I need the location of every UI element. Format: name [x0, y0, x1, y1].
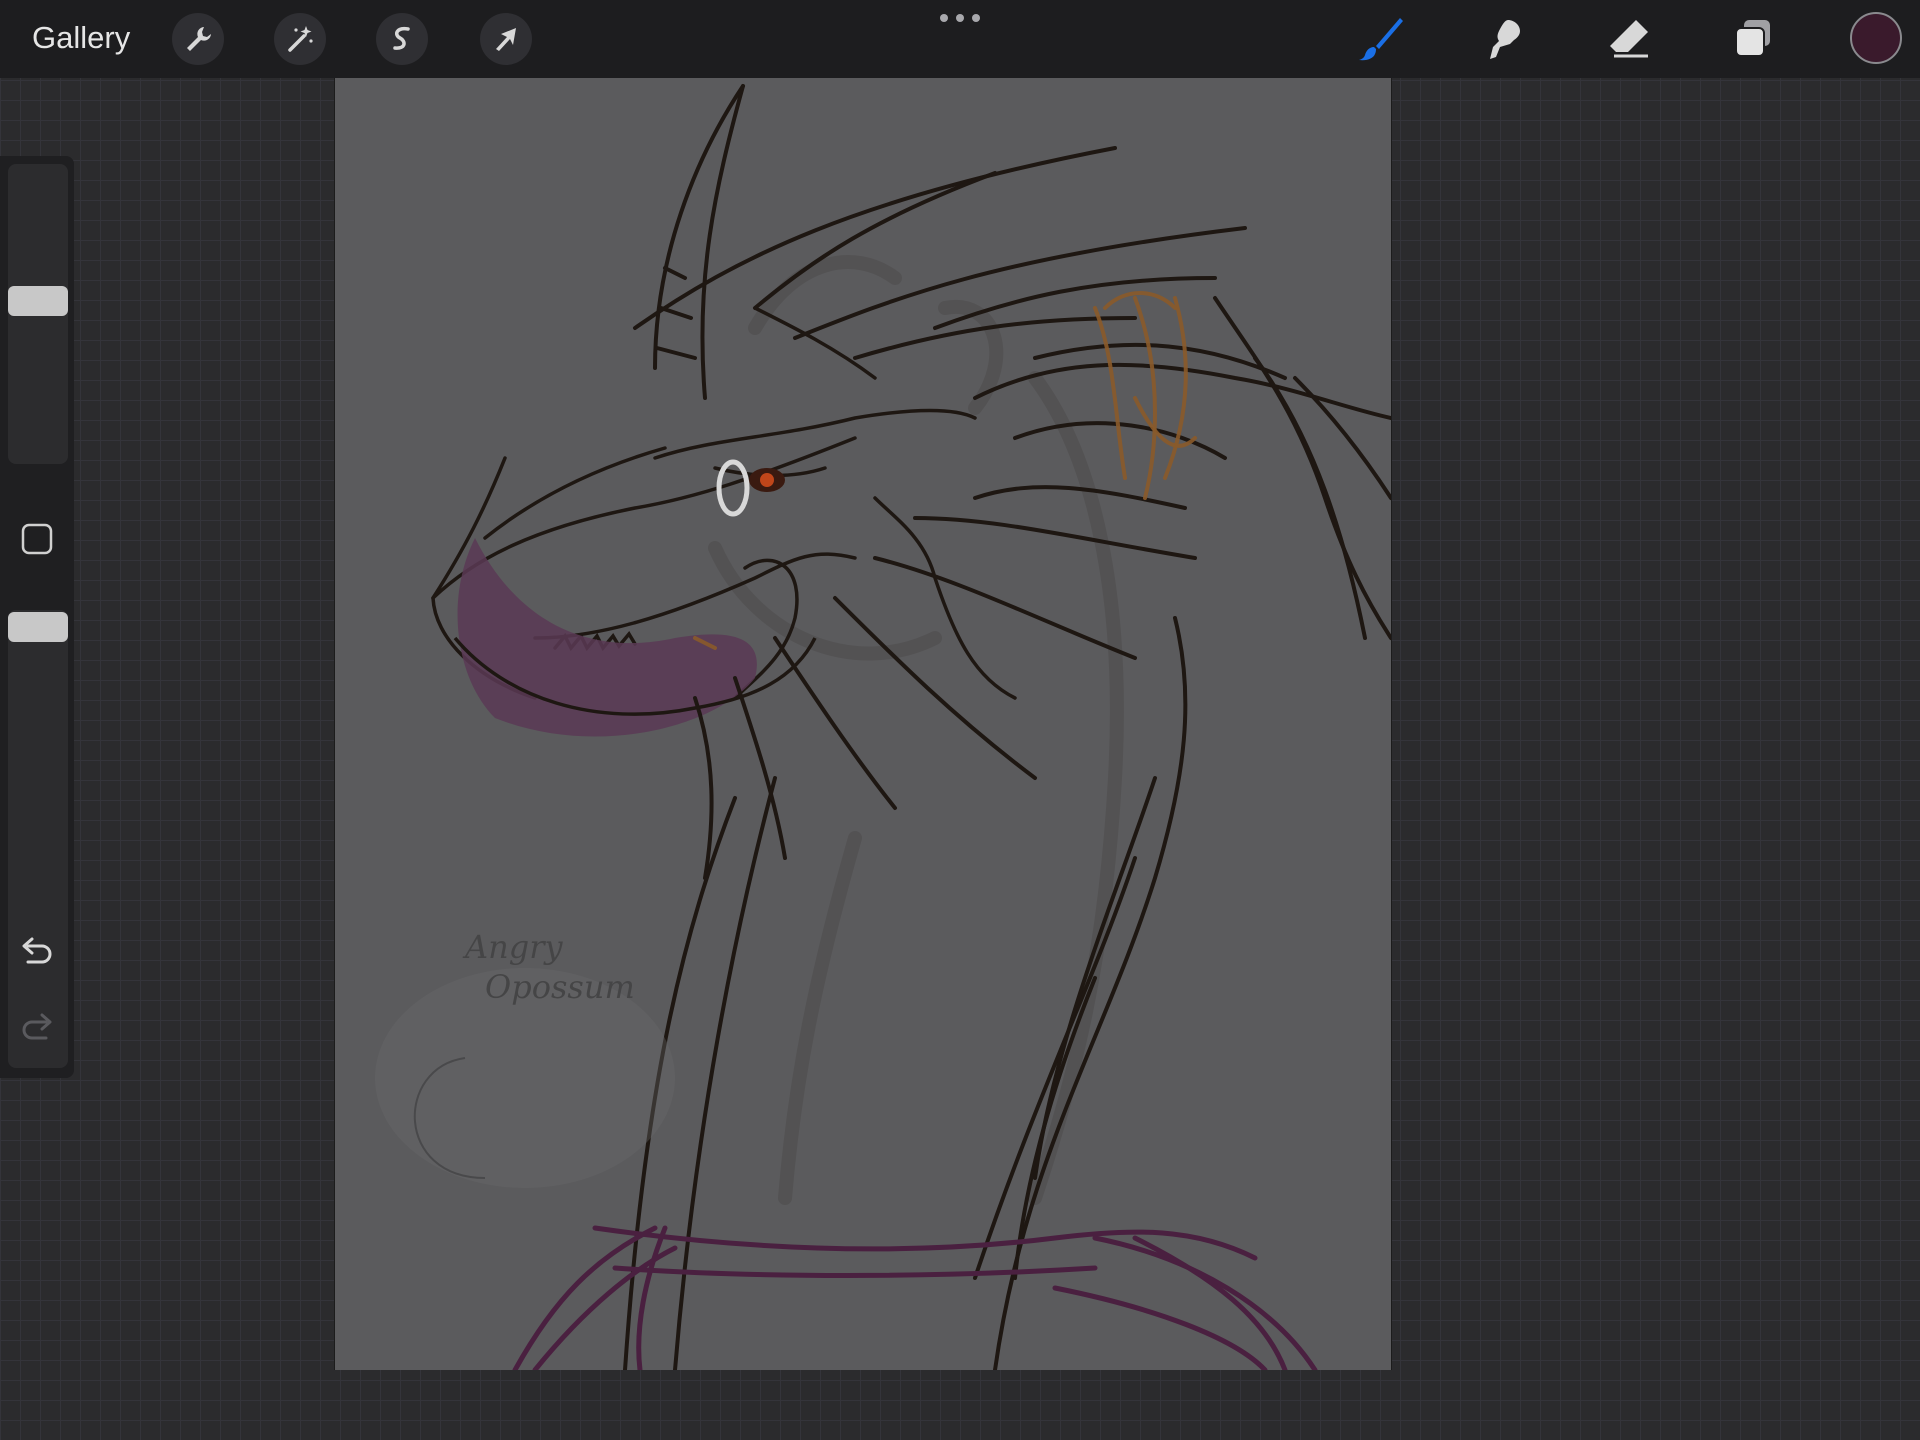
horn-lines	[653, 84, 745, 400]
smudge-icon	[1490, 20, 1520, 59]
opacity-thumb[interactable]	[8, 612, 68, 642]
wrench-icon	[187, 27, 211, 51]
selection-s-icon	[393, 26, 410, 50]
arrow-cursor-icon	[496, 28, 516, 51]
undo-icon[interactable]	[18, 936, 56, 970]
brush-size-thumb[interactable]	[8, 285, 68, 316]
color-picker-button[interactable]	[1850, 12, 1902, 64]
eraser-tool-button[interactable]	[1602, 14, 1656, 64]
drawing-canvas[interactable]: Angry Opossum	[334, 78, 1392, 1370]
selection-button[interactable]	[376, 13, 428, 65]
magic-wand-icon	[288, 26, 313, 52]
watermark-line-1: Angry	[462, 928, 564, 966]
adjustments-button[interactable]	[274, 13, 326, 65]
tongue-paint	[457, 538, 757, 737]
brush-icon	[1359, 18, 1403, 61]
watermark-line-2: Opossum	[485, 968, 635, 1006]
eraser-icon	[1610, 20, 1648, 58]
layers-icon	[1735, 20, 1770, 57]
watermark-logo: Angry Opossum	[375, 928, 675, 1188]
left-sidebar	[0, 156, 74, 1078]
actions-button[interactable]	[172, 13, 224, 65]
gallery-button[interactable]: Gallery	[32, 16, 130, 60]
layers-tool-button[interactable]	[1726, 14, 1780, 64]
redo-icon[interactable]	[18, 1012, 56, 1046]
dragon-sketch-artwork: Angry Opossum	[375, 84, 1391, 1370]
smudge-tool-button[interactable]	[1478, 14, 1532, 64]
opacity-slider[interactable]	[8, 610, 68, 1068]
brush-tool-button[interactable]	[1354, 14, 1408, 64]
square-icon[interactable]	[20, 522, 54, 556]
more-dots-icon[interactable]	[936, 12, 984, 24]
transform-button[interactable]	[480, 13, 532, 65]
top-toolbar: Gallery	[0, 0, 1920, 78]
neck-lines	[623, 616, 1188, 1370]
mane-spikes	[633, 146, 1391, 880]
